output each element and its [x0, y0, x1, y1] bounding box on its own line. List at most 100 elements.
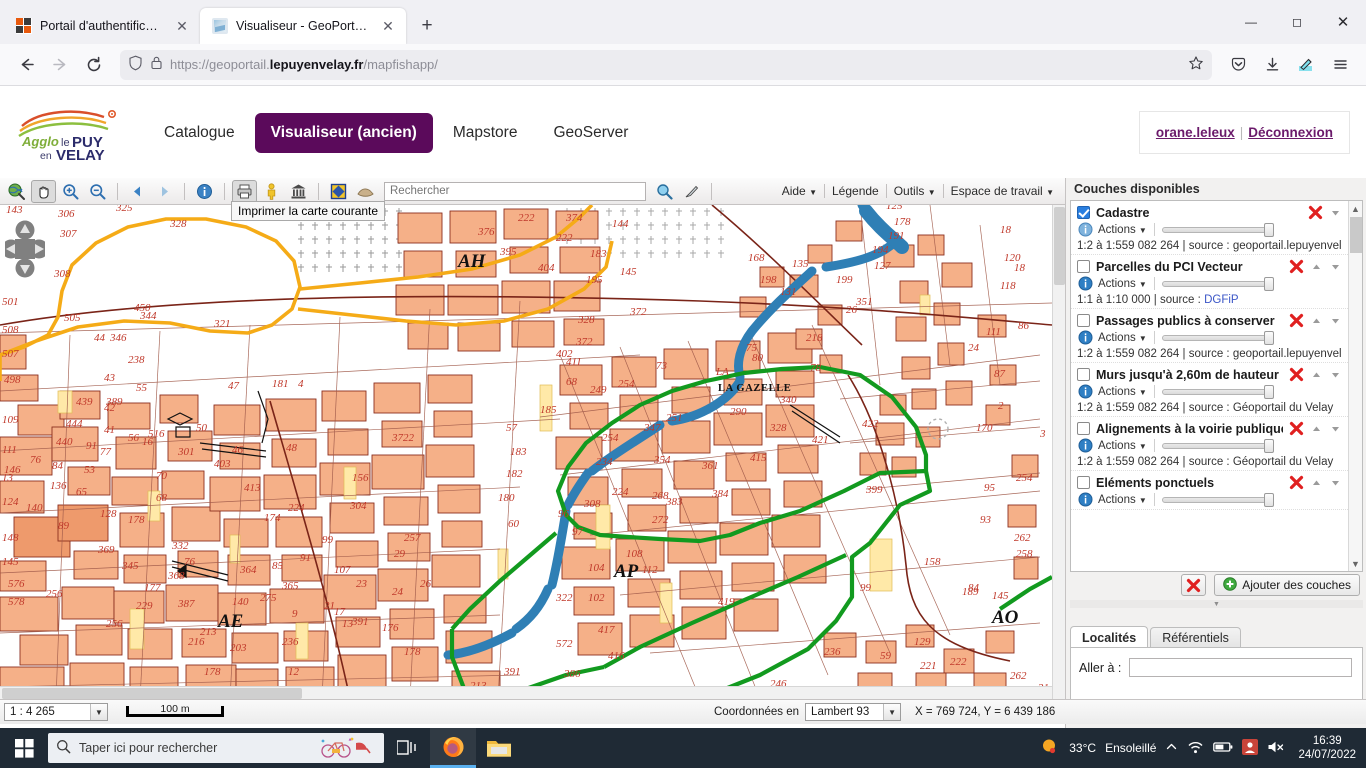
minimize-button[interactable]: —: [1228, 0, 1274, 44]
layer-checkbox[interactable]: [1077, 368, 1090, 381]
agglo-le-puy-en-velay-logo[interactable]: Agglo le PUY en VELAY: [14, 104, 126, 162]
layer-checkbox[interactable]: [1077, 206, 1090, 219]
layer-row[interactable]: Parcelles du PCI Vecteur Actions ▼ 1:1 à…: [1071, 255, 1348, 309]
chevron-down-icon[interactable]: ▼: [883, 704, 901, 720]
weather-condition[interactable]: Ensoleillé: [1105, 741, 1156, 755]
forward-icon[interactable]: [44, 49, 76, 81]
layer-row[interactable]: Cadastre Actions ▼ 1:2 à 1:559 082 264 |…: [1071, 201, 1348, 255]
file-explorer-icon[interactable]: [476, 728, 522, 768]
opacity-slider[interactable]: [1161, 439, 1274, 453]
street-view-icon[interactable]: [259, 180, 284, 203]
info-icon[interactable]: [1078, 222, 1093, 237]
print-icon[interactable]: [232, 179, 257, 203]
maximize-button[interactable]: ◻: [1274, 0, 1320, 44]
pocket-icon[interactable]: [1222, 49, 1254, 81]
cadastral-map[interactable]: 143 306 325 328307308 501508507 49850544 4…: [0, 205, 1052, 699]
layer-checkbox[interactable]: [1077, 476, 1090, 489]
layer-actions-menu[interactable]: Actions ▼: [1098, 332, 1147, 344]
bicycle-doodle-icon[interactable]: [320, 735, 376, 762]
info-icon[interactable]: [1078, 276, 1093, 291]
hamburger-menu-icon[interactable]: [1324, 49, 1356, 81]
menu-outils[interactable]: Outils ▼: [887, 184, 943, 198]
layer-actions-menu[interactable]: Actions ▼: [1098, 494, 1147, 506]
layer-row[interactable]: Passages publics à conserver Actions ▼ 1…: [1071, 309, 1348, 363]
info-icon[interactable]: [192, 180, 217, 203]
info-icon[interactable]: [1078, 438, 1093, 453]
layer-checkbox[interactable]: [1077, 260, 1090, 273]
move-down-icon[interactable]: [1329, 476, 1342, 489]
downloads-icon[interactable]: [1256, 49, 1288, 81]
erase-icon[interactable]: [679, 180, 704, 203]
goto-input[interactable]: [1129, 658, 1352, 677]
move-down-icon[interactable]: [1329, 368, 1342, 381]
opacity-slider[interactable]: [1161, 331, 1274, 345]
lock-icon[interactable]: [150, 55, 163, 74]
menu-espace-de-travail[interactable]: Espace de travail ▼: [944, 184, 1061, 198]
layer-actions-menu[interactable]: Actions ▼: [1098, 278, 1147, 290]
user-name-link[interactable]: orane.leleux: [1156, 125, 1235, 140]
zoom-to-extent-icon[interactable]: [4, 180, 29, 203]
url-bar[interactable]: https://geoportail.lepuyenvelay.fr/mapfi…: [120, 49, 1212, 80]
move-up-icon[interactable]: [1310, 422, 1323, 435]
nav-item-catalogue[interactable]: Catalogue: [148, 113, 251, 153]
remove-layer-icon[interactable]: [1308, 205, 1323, 220]
antivirus-icon[interactable]: [1242, 738, 1259, 758]
bookmark-star-icon[interactable]: [1188, 55, 1204, 74]
add-layers-button[interactable]: Ajouter des couches: [1214, 574, 1360, 596]
windows-start-icon[interactable]: [0, 728, 48, 768]
layer-row[interactable]: Alignements à la voirie publique Actions…: [1071, 417, 1348, 471]
nav-item-geoserver[interactable]: GeoServer: [537, 113, 644, 153]
reload-icon[interactable]: [78, 49, 110, 81]
zoom-out-icon[interactable]: [85, 180, 110, 203]
nav-item-visualiseur[interactable]: Visualiseur (ancien): [254, 112, 433, 153]
move-up-icon[interactable]: [1310, 368, 1323, 381]
source-link[interactable]: DGFiP: [1204, 294, 1239, 306]
map-vertical-scrollbar[interactable]: [1052, 205, 1065, 699]
info-icon[interactable]: [1078, 384, 1093, 399]
scroll-up-icon[interactable]: ▲: [1349, 201, 1362, 216]
remove-layer-icon[interactable]: [1289, 475, 1304, 490]
info-icon[interactable]: [1078, 330, 1093, 345]
opacity-slider[interactable]: [1161, 277, 1274, 291]
opacity-slider[interactable]: [1161, 223, 1274, 237]
chevron-down-icon[interactable]: ▼: [90, 704, 107, 720]
task-view-icon[interactable]: [384, 728, 430, 768]
menu-legende[interactable]: Légende: [825, 184, 886, 198]
opacity-slider[interactable]: [1161, 385, 1274, 399]
logout-link[interactable]: Déconnexion: [1248, 125, 1333, 140]
zoom-in-icon[interactable]: [58, 180, 83, 203]
menu-aide[interactable]: Aide ▼: [775, 184, 824, 198]
scrollbar-thumb[interactable]: [1054, 207, 1065, 285]
new-tab-button[interactable]: +: [412, 11, 442, 41]
next-extent-icon[interactable]: [152, 180, 177, 203]
panel-splitter[interactable]: ▼: [1070, 600, 1363, 608]
volume-muted-icon[interactable]: [1267, 740, 1285, 757]
measure-icon[interactable]: [353, 180, 378, 203]
layer-checkbox[interactable]: [1077, 314, 1090, 327]
remove-layer-icon[interactable]: [1289, 367, 1304, 382]
scrollbar-thumb[interactable]: [2, 688, 302, 699]
taskbar-clock[interactable]: 16:39 24/07/2022: [1294, 734, 1356, 762]
layer-row[interactable]: Murs jusqu'à 2,60m de hauteur Actions ▼ …: [1071, 363, 1348, 417]
scrollbar-thumb[interactable]: [1350, 217, 1362, 253]
scroll-down-icon[interactable]: ▼: [1349, 556, 1362, 571]
delete-layers-button[interactable]: [1181, 574, 1207, 596]
tab-localites[interactable]: Localités: [1070, 626, 1149, 648]
url-text[interactable]: https://geoportail.lepuyenvelay.fr/mapfi…: [170, 57, 1181, 72]
weather-temp[interactable]: 33°C: [1069, 741, 1096, 755]
close-icon[interactable]: ✕: [172, 16, 192, 36]
previous-extent-icon[interactable]: [125, 180, 150, 203]
pan-hand-icon[interactable]: [31, 179, 56, 203]
layer-actions-menu[interactable]: Actions ▼: [1098, 386, 1147, 398]
remove-layer-icon[interactable]: [1289, 421, 1304, 436]
move-up-icon[interactable]: [1310, 314, 1323, 327]
scale-select[interactable]: 1 : 4 265 ▼: [4, 703, 108, 721]
layer-actions-menu[interactable]: Actions ▼: [1098, 224, 1147, 236]
layers-list[interactable]: Cadastre Actions ▼ 1:2 à 1:559 082 264 |…: [1070, 200, 1363, 572]
move-down-icon[interactable]: [1329, 422, 1342, 435]
back-icon[interactable]: [10, 49, 42, 81]
map-horizontal-scrollbar[interactable]: [0, 686, 1052, 699]
browser-tab-0[interactable]: Portail d'authentification ✕: [4, 8, 200, 44]
nav-item-mapstore[interactable]: Mapstore: [437, 113, 534, 153]
info-icon[interactable]: [1078, 492, 1093, 507]
